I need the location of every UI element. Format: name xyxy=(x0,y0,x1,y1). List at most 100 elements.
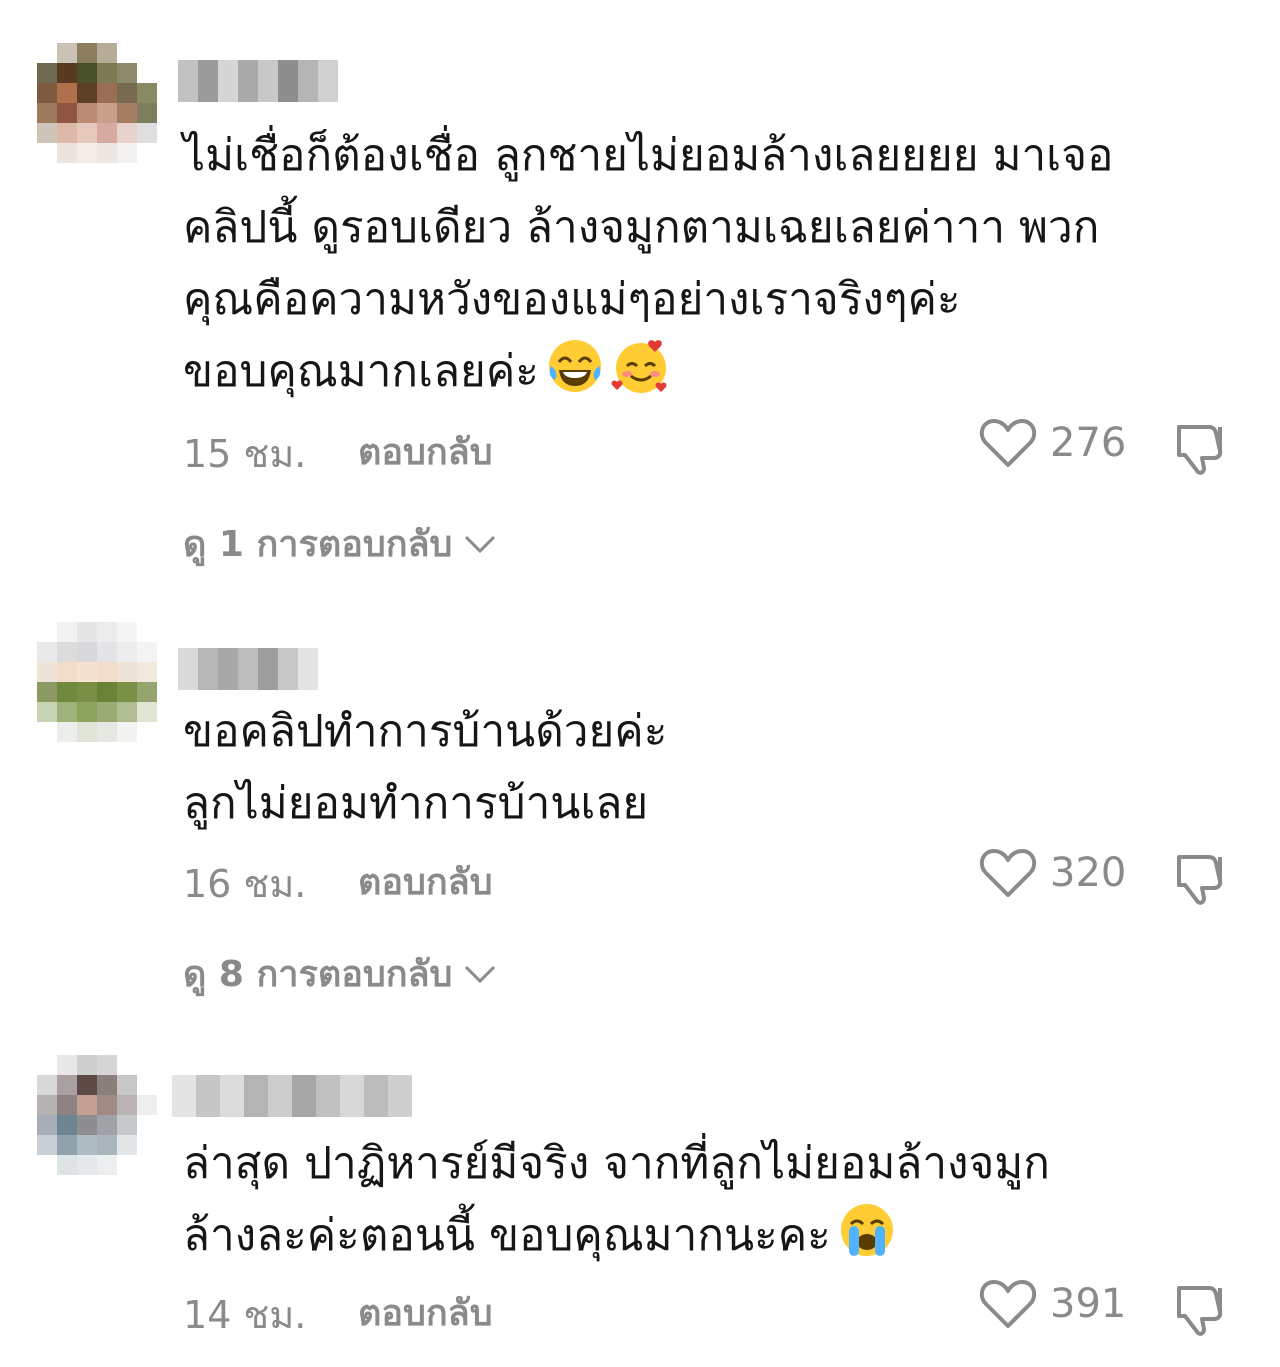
avatar-pixel xyxy=(97,702,117,722)
avatar-pixel xyxy=(97,722,117,742)
avatar-pixel xyxy=(117,1055,137,1075)
username-pixel xyxy=(268,1075,292,1117)
avatar-pixel xyxy=(137,622,157,642)
avatar-pixel xyxy=(77,63,97,83)
username-pixel xyxy=(178,60,198,102)
comment-meta: 14 ชม. ตอบกลับ 391 xyxy=(183,1276,1243,1337)
avatar-pixel xyxy=(77,83,97,103)
username-pixel xyxy=(244,1075,268,1117)
comment-text: ขอคลิปทำการบ้านด้วยค่ะ ลูกไม่ยอมทำการบ้า… xyxy=(183,696,1253,840)
username-pixel xyxy=(318,60,338,102)
username-pixel xyxy=(292,1075,316,1117)
avatar-pixel xyxy=(37,722,57,742)
avatar-pixel xyxy=(37,1135,57,1155)
avatar-pixel xyxy=(137,662,157,682)
heart-icon xyxy=(979,849,1037,897)
dislike-button[interactable] xyxy=(1173,849,1229,909)
comment-line: ล้างละค่ะตอนนี้ ขอบคุณมากนะคะ xyxy=(183,1200,1253,1272)
avatar-pixel xyxy=(137,63,157,83)
avatar-pixel xyxy=(117,43,137,63)
comment-line: คลิปนี้ ดูรอบเดียว ล้างจมูกตามเฉยเลยค่าา… xyxy=(183,202,1100,253)
username-blurred[interactable] xyxy=(178,60,338,102)
view-replies-button[interactable]: ดู 1 การตอบกลับ xyxy=(183,515,500,572)
avatar[interactable] xyxy=(37,622,157,742)
avatar-pixel xyxy=(137,702,157,722)
avatar-pixel xyxy=(57,1155,77,1175)
avatar-pixel xyxy=(37,63,57,83)
thumbs-down-icon xyxy=(1177,855,1223,905)
avatar-pixel xyxy=(97,1055,117,1075)
avatar[interactable] xyxy=(37,43,157,163)
heart-icon xyxy=(979,419,1037,467)
avatar-pixel xyxy=(137,1095,157,1115)
avatar-pixel xyxy=(57,1135,77,1155)
tears-of-joy-emoji xyxy=(548,340,601,392)
avatar-pixel xyxy=(57,1075,77,1095)
avatar-pixel xyxy=(57,103,77,123)
username-pixel xyxy=(364,1075,388,1117)
avatar-pixel xyxy=(137,682,157,702)
comment-time: 16 ชม. xyxy=(183,862,307,906)
avatar-pixel xyxy=(117,1115,137,1135)
reply-button[interactable]: ตอบกลับ xyxy=(358,423,493,480)
comment-line: ไม่เชื่อก็ต้องเชื่อ ลูกชายไม่ยอมล้างเลยย… xyxy=(183,130,1114,181)
avatar-pixel xyxy=(117,123,137,143)
avatar-pixel xyxy=(117,1135,137,1155)
avatar-pixel xyxy=(117,143,137,163)
avatar-pixel xyxy=(137,1135,157,1155)
comment-time: 14 ชม. xyxy=(183,1293,307,1337)
username-pixel xyxy=(278,648,298,690)
avatar-pixel xyxy=(117,722,137,742)
avatar-pixel xyxy=(97,1135,117,1155)
avatar-pixel xyxy=(77,662,97,682)
avatar-pixel xyxy=(37,1155,57,1175)
username-blurred[interactable] xyxy=(178,648,318,690)
avatar-pixel xyxy=(57,722,77,742)
avatar-pixel xyxy=(137,123,157,143)
avatar-pixel xyxy=(137,103,157,123)
avatar[interactable] xyxy=(37,1055,157,1175)
avatar-pixel xyxy=(57,702,77,722)
username-pixel xyxy=(198,648,218,690)
like-button[interactable]: 391 xyxy=(978,1276,1126,1332)
like-button[interactable]: 276 xyxy=(978,415,1126,471)
like-count: 276 xyxy=(1050,420,1127,466)
avatar-pixel xyxy=(97,1155,117,1175)
avatar-pixel xyxy=(97,103,117,123)
username-pixel xyxy=(238,648,258,690)
dislike-button[interactable] xyxy=(1173,1280,1229,1340)
view-replies-button[interactable]: ดู 8 การตอบกลับ xyxy=(183,945,500,1002)
avatar-pixel xyxy=(137,1155,157,1175)
comment-text: ล่าสุด ปาฏิหารย์มีจริง จากที่ลูกไม่ยอมล้… xyxy=(183,1128,1253,1272)
avatar-pixel xyxy=(57,1055,77,1075)
username-blurred[interactable] xyxy=(172,1075,412,1117)
chevron-down-icon xyxy=(465,535,496,553)
comment-line: ลูกไม่ยอมทำการบ้านเลย xyxy=(183,778,649,829)
thumbs-down-icon xyxy=(1177,425,1223,475)
avatar-pixel xyxy=(57,143,77,163)
username-pixel xyxy=(218,60,238,102)
avatar-pixel xyxy=(77,43,97,63)
avatar-pixel xyxy=(77,1135,97,1155)
comment-line: ขอบคุณมากเลยค่ะ xyxy=(183,336,1253,408)
avatar-pixel xyxy=(97,43,117,63)
comment-line-text: ล้างละค่ะตอนนี้ ขอบคุณมากนะคะ xyxy=(183,1210,831,1261)
avatar-pixel xyxy=(117,662,137,682)
avatar-pixel xyxy=(137,143,157,163)
avatar-pixel xyxy=(137,43,157,63)
like-button[interactable]: 320 xyxy=(978,845,1126,901)
avatar-pixel xyxy=(57,642,77,662)
username-pixel xyxy=(278,60,298,102)
avatar-pixel xyxy=(57,123,77,143)
avatar-pixel xyxy=(57,83,77,103)
dislike-button[interactable] xyxy=(1173,419,1229,479)
reply-button[interactable]: ตอบกลับ xyxy=(358,1284,493,1341)
avatar-pixel xyxy=(37,702,57,722)
avatar-pixel xyxy=(97,622,117,642)
avatar-pixel xyxy=(37,123,57,143)
avatar-pixel xyxy=(137,1055,157,1075)
reply-button[interactable]: ตอบกลับ xyxy=(358,853,493,910)
comment-line: คุณคือความหวังของแม่ๆอย่างเราจริงๆค่ะ xyxy=(183,274,961,325)
avatar-pixel xyxy=(77,103,97,123)
avatar-pixel xyxy=(97,1115,117,1135)
